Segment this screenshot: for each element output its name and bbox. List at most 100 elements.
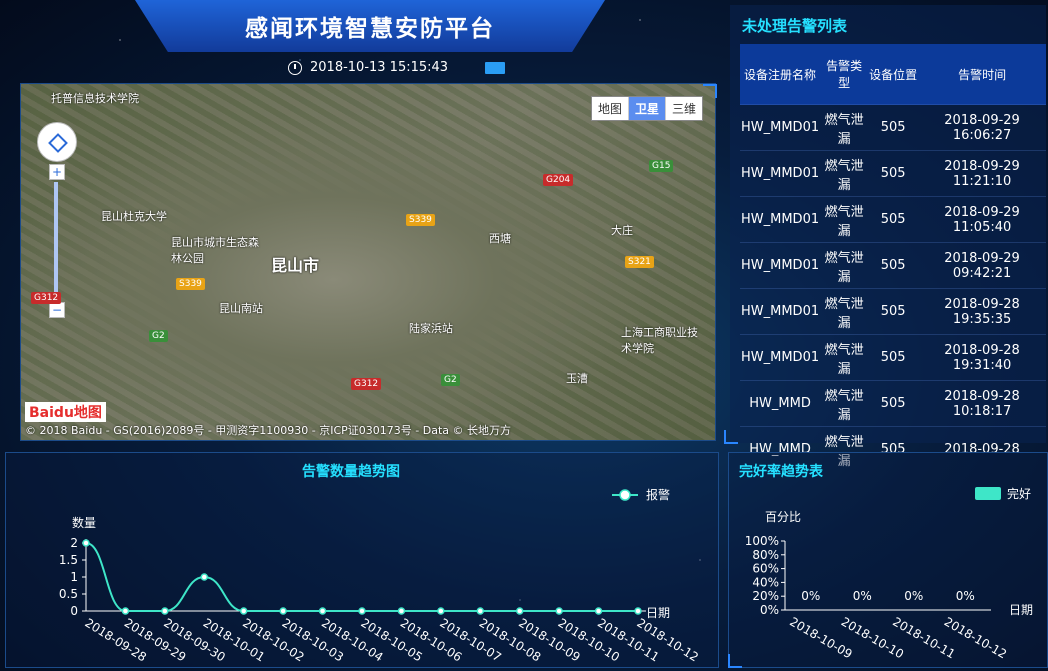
y-tick-label: 0 bbox=[70, 604, 78, 618]
bar-value-label: 0% bbox=[904, 589, 923, 603]
y-tick-label: 0.5 bbox=[59, 587, 78, 601]
road-shield: G2 bbox=[149, 330, 168, 342]
bar-value-label: 0% bbox=[956, 589, 975, 603]
map-type-satellite-button[interactable]: 卫星 bbox=[628, 97, 666, 120]
data-point[interactable] bbox=[121, 607, 130, 615]
column-header: 设备注册名称 bbox=[740, 44, 821, 105]
column-header: 告警时间 bbox=[918, 44, 1046, 105]
legend-swatch bbox=[975, 487, 1001, 500]
alarm-cell-time: 2018-09-28 19:35:35 bbox=[918, 288, 1046, 335]
road-shield: G204 bbox=[543, 174, 574, 186]
alarm-cell-time: 2018-09-29 11:21:10 bbox=[918, 150, 1046, 197]
y-tick-label: 2 bbox=[70, 536, 78, 550]
alarm-cell-name: HW_MMD01 bbox=[740, 104, 821, 151]
alarm-cell-type: 燃气泄漏 bbox=[820, 150, 869, 197]
map-type-3d-button[interactable]: 三维 bbox=[666, 97, 702, 120]
map-label[interactable]: 昆山杜克大学 bbox=[101, 208, 167, 224]
map-label[interactable]: 昆山市城市生态森林公园 bbox=[171, 234, 261, 266]
alarm-cell-type: 燃气泄漏 bbox=[820, 380, 869, 427]
data-point[interactable] bbox=[82, 539, 90, 547]
alarm-cell-pos: 505 bbox=[868, 288, 919, 335]
data-point[interactable] bbox=[279, 607, 287, 615]
integrity-trend-chart: 0%20%40%60%80%100%百分比日期0%2018-10-090%201… bbox=[745, 486, 1033, 661]
zoom-slider[interactable] bbox=[54, 182, 58, 300]
map-label[interactable]: 西塘 bbox=[489, 230, 511, 246]
data-point[interactable] bbox=[476, 607, 485, 615]
bar-value-label: 0% bbox=[853, 589, 872, 603]
map-pan-control[interactable] bbox=[37, 122, 77, 162]
integrity-trend-panel: 完好率趋势表 0% 20% 40% 60% 80% 100% 百分比 日期 0% 2018-10-… bbox=[728, 452, 1048, 668]
corner-accent bbox=[728, 654, 742, 668]
y-tick-label: 1.5 bbox=[59, 553, 78, 567]
alarm-table-row[interactable]: HW_MMD01 燃气泄漏 505 2018-09-29 09:42:21 bbox=[740, 242, 1046, 289]
road-shield: S339 bbox=[406, 214, 435, 226]
road-shield: S321 bbox=[625, 256, 654, 268]
map-label[interactable]: 陆家浜站 bbox=[409, 320, 453, 336]
road-shield: G312 bbox=[31, 292, 62, 304]
x-axis-label: 日期 bbox=[646, 606, 670, 620]
map-label[interactable]: 昆山南站 bbox=[219, 300, 263, 316]
map-label[interactable]: 上海工商职业技术学院 bbox=[621, 324, 701, 356]
alarm-table-row[interactable]: HW_MMD01 燃气泄漏 505 2018-09-29 16:06:27 bbox=[740, 104, 1046, 151]
alarm-cell-pos: 505 bbox=[868, 242, 919, 289]
clock-icon bbox=[288, 60, 302, 75]
data-point[interactable] bbox=[437, 607, 445, 615]
map-label[interactable]: 托普信息技术学院 bbox=[51, 90, 139, 106]
alarm-trend-chart: 00.511.52数量日期2018-09-282018-09-292018-09… bbox=[59, 487, 701, 665]
data-point[interactable] bbox=[555, 607, 563, 615]
data-point[interactable] bbox=[161, 607, 169, 615]
alarm-cell-type: 燃气泄漏 bbox=[820, 334, 869, 381]
x-axis-label: 日期 bbox=[1009, 603, 1033, 617]
satellite-map[interactable]: 地图 卫星 三维 + − 托普信息技术学院 昆山杜克大学 昆山市城市生态森林公园… bbox=[20, 83, 716, 441]
map-type-map-button[interactable]: 地图 bbox=[592, 97, 629, 120]
y-tick-label: 80% bbox=[752, 548, 779, 562]
map-type-switcher: 地图 卫星 三维 bbox=[590, 96, 703, 121]
alarm-table-row[interactable]: HW_MMD01 燃气泄漏 505 2018-09-29 11:21:10 bbox=[740, 150, 1046, 197]
y-tick-label: 100% bbox=[745, 534, 779, 548]
zoom-in-button[interactable]: + bbox=[49, 164, 65, 180]
alarm-cell-pos: 505 bbox=[868, 196, 919, 243]
alarm-cell-time: 2018-09-28 19:31:40 bbox=[918, 334, 1046, 381]
header-title-bar: 感闻环境智慧安防平台 bbox=[135, 0, 605, 52]
data-point[interactable] bbox=[397, 607, 406, 615]
data-point[interactable] bbox=[358, 607, 366, 615]
alarm-table-row[interactable]: HW_MMD01 燃气泄漏 505 2018-09-28 19:35:35 bbox=[740, 288, 1046, 335]
monitor-icon[interactable] bbox=[485, 62, 505, 74]
alarm-cell-time: 2018-09-29 16:06:27 bbox=[918, 104, 1046, 151]
alarm-cell-time: 2018-09-29 11:05:40 bbox=[918, 196, 1046, 243]
data-point[interactable] bbox=[318, 607, 327, 615]
data-point[interactable] bbox=[200, 573, 209, 581]
alarm-table: 设备注册名称 告警类型 设备位置 告警时间 HW_MMD01 燃气泄漏 505 201… bbox=[740, 44, 1046, 472]
corner-accent bbox=[703, 84, 717, 98]
alarm-cell-name: HW_MMD01 bbox=[740, 150, 821, 197]
zoom-out-button[interactable]: − bbox=[49, 302, 65, 318]
alarm-trend-panel: 告警数量趋势图 0 0.5 1 1.5 2 数量 日期 2018-09-28 2018-09-2… bbox=[5, 452, 719, 668]
alarm-list-panel: 未处理告警列表 设备注册名称 告警类型 设备位置 告警时间 HW_MMD01 燃气… bbox=[730, 5, 1046, 472]
y-tick-label: 20% bbox=[752, 589, 779, 603]
map-label[interactable]: 昆山市 bbox=[271, 252, 319, 276]
y-tick-label: 0% bbox=[760, 603, 779, 617]
data-point[interactable] bbox=[594, 607, 603, 615]
alarm-table-row[interactable]: HW_MMD01 燃气泄漏 505 2018-09-28 19:31:40 bbox=[740, 334, 1046, 381]
column-header: 告警类型 bbox=[820, 44, 869, 105]
alarm-cell-type: 燃气泄漏 bbox=[820, 288, 869, 335]
alarm-cell-name: HW_MMD01 bbox=[740, 196, 821, 243]
map-label[interactable]: 大庄 bbox=[611, 222, 633, 238]
series-line bbox=[85, 542, 638, 612]
alarm-cell-pos: 505 bbox=[868, 380, 919, 427]
baidu-map-logo: Baidu地图 bbox=[25, 402, 106, 422]
y-axis-label: 数量 bbox=[72, 515, 96, 530]
alarm-cell-time: 2018-09-28 10:18:17 bbox=[918, 380, 1046, 427]
y-axis-label: 百分比 bbox=[765, 510, 801, 524]
data-point[interactable] bbox=[634, 607, 642, 615]
y-tick-label: 1 bbox=[70, 570, 78, 584]
data-point[interactable] bbox=[515, 607, 524, 615]
data-point[interactable] bbox=[239, 607, 248, 615]
alarm-cell-pos: 505 bbox=[868, 104, 919, 151]
map-label[interactable]: 玉漕 bbox=[566, 370, 588, 386]
alarm-table-row[interactable]: HW_MMD 燃气泄漏 505 2018-09-28 10:18:17 bbox=[740, 380, 1046, 427]
alarm-table-row[interactable]: HW_MMD01 燃气泄漏 505 2018-09-29 11:05:40 bbox=[740, 196, 1046, 243]
alarm-cell-pos: 505 bbox=[868, 150, 919, 197]
alarm-cell-name: HW_MMD01 bbox=[740, 334, 821, 381]
alarm-cell-type: 燃气泄漏 bbox=[820, 242, 869, 289]
